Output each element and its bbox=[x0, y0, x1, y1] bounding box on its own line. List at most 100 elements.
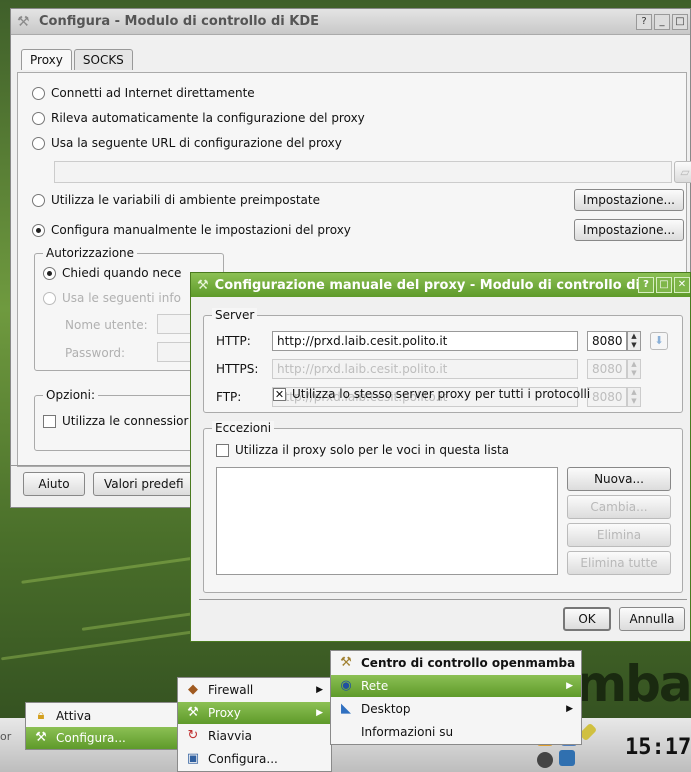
checkbox[interactable] bbox=[216, 443, 229, 457]
minimize-button[interactable]: _ bbox=[654, 14, 670, 30]
menu-item-label: Rete bbox=[361, 679, 389, 693]
http-label: HTTP: bbox=[216, 334, 251, 348]
exceptions-list[interactable] bbox=[216, 467, 558, 575]
https-label: HTTPS: bbox=[216, 362, 259, 376]
folder-icon: ▱ bbox=[680, 165, 690, 179]
radio-manual[interactable]: Configura manualmente le impostazioni de… bbox=[32, 223, 351, 237]
radio-autodetect[interactable]: Rileva automaticamente la configurazione… bbox=[32, 111, 365, 125]
radio-ask[interactable]: Chiedi quando nece bbox=[43, 266, 181, 280]
tab-bar: Proxy SOCKS bbox=[21, 49, 135, 70]
tray-volume-icon[interactable] bbox=[537, 752, 553, 768]
taskbar-label: or bbox=[0, 730, 12, 743]
tab-socks[interactable]: SOCKS bbox=[73, 49, 133, 70]
submenu-arrow-icon: ▶ bbox=[316, 708, 323, 718]
radio-button[interactable] bbox=[32, 136, 45, 150]
radio-config-url[interactable]: Usa la seguente URL di configurazione de… bbox=[32, 136, 342, 150]
persistent-connections-checkbox[interactable]: Utilizza le connessior bbox=[43, 414, 188, 428]
cancel-button[interactable]: Annulla bbox=[619, 607, 685, 631]
help-button[interactable]: Aiuto bbox=[23, 472, 85, 496]
radio-use-info[interactable]: Usa le seguenti info bbox=[43, 291, 181, 305]
menu-header-control-center: ⚒ Centro di controllo openmamba bbox=[331, 652, 581, 674]
delete-exception-button[interactable]: Elimina bbox=[567, 523, 671, 547]
menu-item-label: Desktop bbox=[361, 702, 411, 716]
tray-window-icon[interactable] bbox=[559, 750, 575, 766]
dialog-titlebar[interactable]: ⚒ Configurazione manuale del proxy - Mod… bbox=[191, 273, 690, 297]
menu-item-label: Informazioni su bbox=[361, 725, 454, 739]
https-proxy-input[interactable]: http://prxd.laib.cesit.polito.it bbox=[272, 359, 578, 379]
proxy-icon: ⚒ bbox=[197, 277, 209, 293]
dialog-close-button[interactable]: ✕ bbox=[674, 277, 690, 293]
https-port-input[interactable]: 8080 bbox=[587, 359, 627, 379]
menu-item-desktop[interactable]: ◣ Desktop ▶ bbox=[331, 698, 581, 720]
lock-icon: 🔒︎ bbox=[37, 708, 45, 723]
dialog-help-button[interactable]: ? bbox=[638, 277, 654, 293]
radio-button[interactable] bbox=[32, 223, 45, 237]
checkbox-checked[interactable]: ✕ bbox=[273, 387, 286, 401]
radio-label: Utilizza le variabili di ambiente preimp… bbox=[51, 193, 320, 207]
radio-button[interactable] bbox=[43, 291, 56, 305]
ftp-port-input[interactable]: 8080 bbox=[587, 387, 627, 407]
checkbox-label: Utilizza il proxy solo per le voci in qu… bbox=[235, 443, 510, 457]
radio-button[interactable] bbox=[32, 193, 45, 207]
https-port-spinner[interactable]: ▲ ▼ bbox=[627, 359, 641, 379]
ftp-port-spinner[interactable]: ▲ ▼ bbox=[627, 387, 641, 407]
config-url-input[interactable] bbox=[54, 161, 672, 183]
radio-button[interactable] bbox=[32, 86, 45, 100]
wrench-icon: ⚒ bbox=[340, 655, 352, 670]
radio-label: Connetti ad Internet direttamente bbox=[51, 86, 255, 100]
menu-item-label: Attiva bbox=[56, 709, 92, 723]
help-title-button[interactable]: ? bbox=[636, 14, 652, 30]
new-exception-button[interactable]: Nuova... bbox=[567, 467, 671, 491]
radio-button[interactable] bbox=[32, 111, 45, 125]
radio-button[interactable] bbox=[43, 266, 56, 280]
radio-env-vars[interactable]: Utilizza le variabili di ambiente preimp… bbox=[32, 193, 320, 207]
network-config-icon: ▣ bbox=[186, 751, 200, 766]
tray-menu-level3: ⚒ Centro di controllo openmamba ◉ Rete ▶… bbox=[330, 650, 582, 745]
exceptions-group-title: Eccezioni bbox=[212, 421, 275, 435]
http-proxy-input[interactable]: http://prxd.laib.cesit.polito.it bbox=[272, 331, 578, 351]
menu-item-label: Configura... bbox=[56, 731, 126, 745]
checkbox[interactable] bbox=[43, 414, 56, 428]
menu-item-configura-net[interactable]: ▣ Configura... bbox=[178, 748, 331, 770]
submenu-arrow-icon: ▶ bbox=[316, 685, 323, 695]
menu-item-proxy[interactable]: ⚒ Proxy ▶ bbox=[178, 702, 331, 724]
tab-proxy[interactable]: Proxy bbox=[21, 49, 72, 70]
dialog-maximize-button[interactable]: □ bbox=[656, 277, 672, 293]
clock[interactable]: 15:17 bbox=[625, 735, 691, 760]
firewall-icon: ◆ bbox=[188, 682, 198, 697]
menu-item-firewall[interactable]: ◆ Firewall ▶ bbox=[178, 679, 331, 701]
menu-item-attiva[interactable]: 🔒︎ Attiva bbox=[26, 705, 180, 727]
radio-direct[interactable]: Connetti ad Internet direttamente bbox=[32, 86, 255, 100]
menu-item-info[interactable]: Informazioni su bbox=[331, 721, 581, 743]
browse-folder-button[interactable]: ▱ bbox=[674, 161, 691, 183]
manual-settings-button[interactable]: Impostazione... bbox=[574, 219, 684, 241]
menu-item-riavvia[interactable]: ↻ Riavvia bbox=[178, 725, 331, 747]
env-settings-button[interactable]: Impostazione... bbox=[574, 189, 684, 211]
auth-group-title: Autorizzazione bbox=[43, 246, 138, 260]
checkbox-label: Utilizza lo stesso server proxy per tutt… bbox=[292, 387, 591, 401]
menu-item-configura[interactable]: ⚒ Configura... bbox=[26, 727, 180, 749]
radio-label: Usa le seguenti info bbox=[62, 291, 181, 305]
maximize-button[interactable]: □ bbox=[672, 14, 688, 30]
radio-label: Configura manualmente le impostazioni de… bbox=[51, 223, 351, 237]
http-port-input[interactable]: 8080 bbox=[587, 331, 627, 351]
kde-settings-icon: ⚒ bbox=[17, 13, 30, 30]
copy-down-icon[interactable]: ⬇ bbox=[650, 332, 668, 350]
server-group-title: Server bbox=[212, 308, 258, 322]
divider bbox=[199, 599, 687, 600]
same-server-checkbox[interactable]: ✕ Utilizza lo stesso server proxy per tut… bbox=[273, 387, 590, 401]
only-list-checkbox[interactable]: Utilizza il proxy solo per le voci in qu… bbox=[216, 443, 509, 457]
change-exception-button[interactable]: Cambia... bbox=[567, 495, 671, 519]
radio-label: Chiedi quando nece bbox=[62, 266, 182, 280]
ftp-label: FTP: bbox=[216, 390, 242, 404]
main-titlebar[interactable]: ⚒ Configura - Modulo di controllo di KDE… bbox=[11, 9, 690, 35]
radio-label: Rileva automaticamente la configurazione… bbox=[51, 111, 365, 125]
tray-menu-level1: 🔒︎ Attiva ⚒ Configura... bbox=[25, 702, 181, 750]
defaults-button[interactable]: Valori predefi bbox=[93, 472, 203, 496]
menu-item-label: Firewall bbox=[208, 683, 254, 697]
dialog-title: Configurazione manuale del proxy - Modul… bbox=[214, 277, 650, 293]
delete-all-exceptions-button[interactable]: Elimina tutte bbox=[567, 551, 671, 575]
http-port-spinner[interactable]: ▲ ▼ bbox=[627, 331, 641, 351]
ok-button[interactable]: OK bbox=[563, 607, 611, 631]
menu-item-rete[interactable]: ◉ Rete ▶ bbox=[331, 675, 581, 697]
